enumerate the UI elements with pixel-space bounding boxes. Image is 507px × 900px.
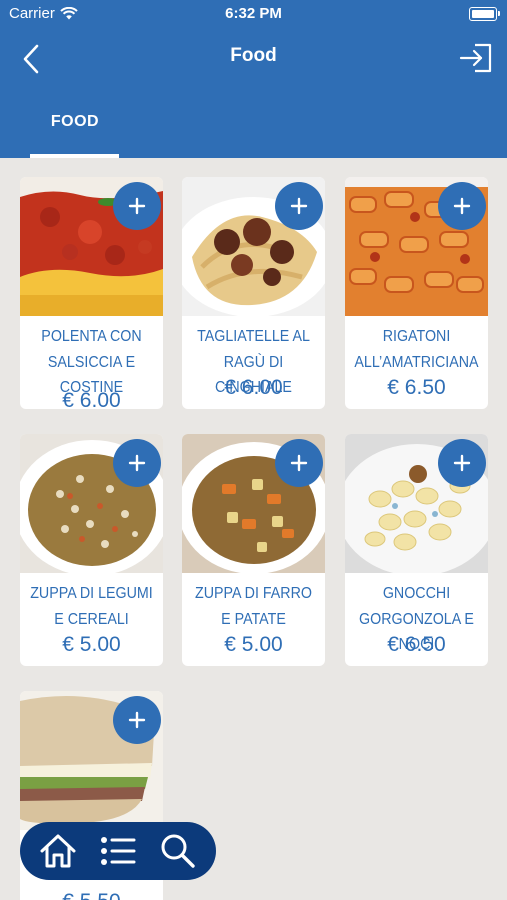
add-to-cart-button[interactable] bbox=[438, 182, 486, 230]
list-icon bbox=[101, 837, 136, 865]
product-card[interactable]: TAGLIATELLE AL RAGÙ DI CINGHIALE € 6.00 bbox=[182, 177, 325, 409]
tab-food[interactable]: FOOD bbox=[30, 98, 120, 158]
home-icon bbox=[40, 834, 76, 868]
home-button[interactable] bbox=[37, 830, 79, 872]
add-to-cart-button[interactable] bbox=[113, 439, 161, 487]
product-card[interactable]: GNOCCHI GORGONZOLA E NOCI € 6.50 bbox=[345, 434, 488, 666]
page-title: Food bbox=[230, 45, 277, 66]
product-name: RIGATONI ALL’AMATRICIANA bbox=[354, 328, 479, 371]
add-to-cart-button[interactable] bbox=[275, 182, 323, 230]
plus-icon bbox=[128, 454, 146, 472]
product-name: ZUPPA DI LEGUMI E CEREALI bbox=[30, 585, 153, 628]
product-price: € 5.50 bbox=[20, 890, 163, 900]
navbar: Food bbox=[0, 28, 507, 88]
app-header: Carrier 6:32 PM Food FOOD bbox=[0, 0, 507, 158]
plus-icon bbox=[128, 197, 146, 215]
product-card[interactable]: RIGATONI ALL’AMATRICIANA € 6.50 bbox=[345, 177, 488, 409]
search-icon bbox=[161, 834, 195, 868]
product-price: € 6.00 bbox=[224, 376, 283, 399]
product-name: ZUPPA DI FARRO E PATATE bbox=[194, 585, 313, 628]
logout-button[interactable] bbox=[459, 42, 493, 74]
battery-icon bbox=[469, 7, 500, 21]
product-card[interactable]: ZUPPA DI LEGUMI E CEREALI € 5.00 bbox=[20, 434, 163, 666]
product-card[interactable]: POLENTA CON SALSICCIA E COSTINE € 6.00 bbox=[20, 177, 163, 409]
status-bar: Carrier 6:32 PM bbox=[0, 0, 507, 28]
add-to-cart-button[interactable] bbox=[113, 182, 161, 230]
bottom-nav bbox=[20, 822, 216, 880]
tab-active-indicator bbox=[30, 154, 119, 158]
product-grid: POLENTA CON SALSICCIA E COSTINE € 6.00 T… bbox=[20, 177, 488, 900]
product-price: € 5.00 bbox=[224, 633, 283, 656]
tab-food-label: FOOD bbox=[50, 113, 100, 130]
plus-icon bbox=[453, 197, 471, 215]
product-price: € 6.00 bbox=[62, 389, 121, 409]
product-price: € 5.00 bbox=[62, 633, 121, 656]
status-time: 6:32 PM bbox=[225, 5, 282, 22]
add-to-cart-button[interactable] bbox=[113, 696, 161, 744]
plus-icon bbox=[290, 197, 308, 215]
add-to-cart-button[interactable] bbox=[275, 439, 323, 487]
product-card[interactable]: ZUPPA DI FARRO E PATATE € 5.00 bbox=[182, 434, 325, 666]
plus-icon bbox=[128, 711, 146, 729]
logout-icon bbox=[459, 43, 492, 73]
plus-icon bbox=[290, 454, 308, 472]
product-price: € 6.50 bbox=[387, 633, 446, 656]
plus-icon bbox=[453, 454, 471, 472]
add-to-cart-button[interactable] bbox=[438, 439, 486, 487]
product-price: € 6.50 bbox=[387, 376, 446, 399]
search-button[interactable] bbox=[157, 830, 199, 872]
list-button[interactable] bbox=[97, 830, 139, 872]
